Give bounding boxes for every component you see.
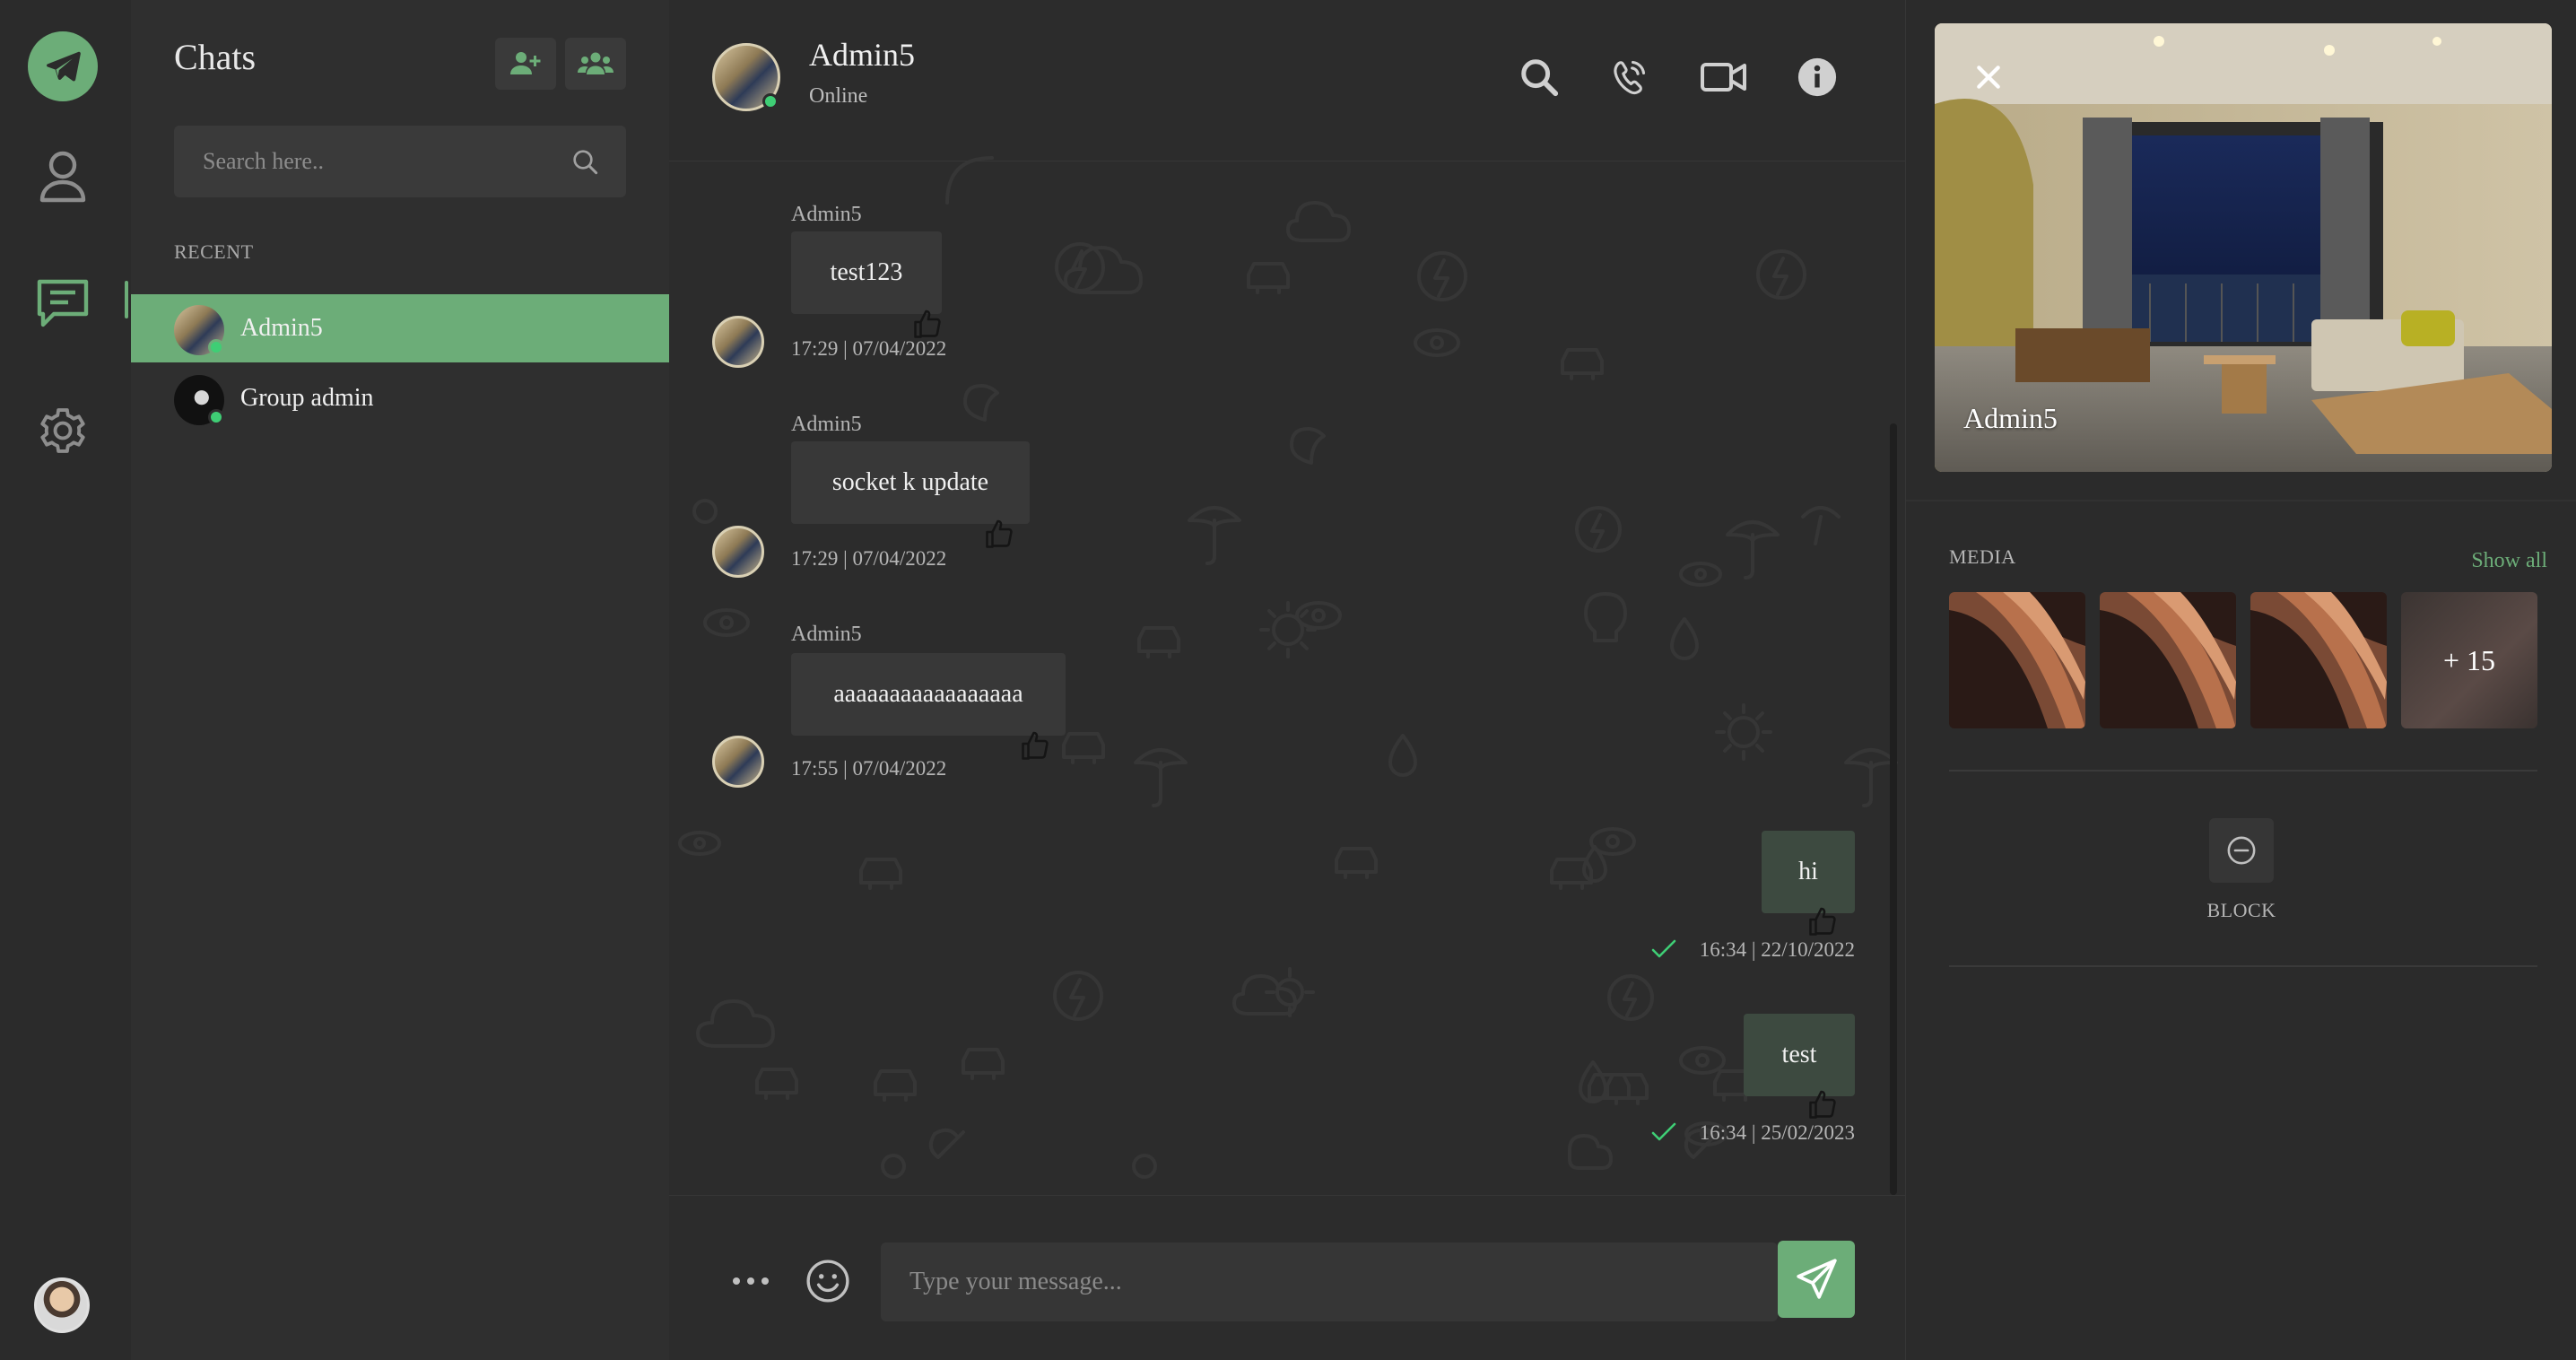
online-status-dot	[208, 339, 224, 355]
conversation-header: Admin5 Online	[669, 0, 1905, 161]
users-icon	[578, 52, 614, 74]
section-divider	[1906, 500, 2576, 501]
thumbs-up-icon[interactable]	[1806, 1089, 1839, 1121]
message-timestamp: 16:34 | 22/10/2022	[1699, 938, 1855, 961]
conversation-panel: Admin5 Online Admin5 test123 17:29 | 07/…	[669, 0, 1905, 1360]
add-contact-button[interactable]	[495, 38, 556, 90]
message-avatar	[712, 736, 764, 788]
message-sender: Admin5	[791, 623, 862, 646]
message-bubble[interactable]: test123	[791, 231, 942, 314]
read-check-icon	[1651, 939, 1676, 958]
user-plus-icon	[510, 52, 541, 74]
chat-list-item[interactable]: Group admin	[131, 364, 669, 432]
online-status-dot	[208, 409, 224, 425]
search-icon	[1521, 59, 1559, 97]
media-thumbnail[interactable]	[2250, 592, 2387, 728]
app-logo[interactable]	[28, 31, 98, 101]
send-button[interactable]	[1778, 1241, 1855, 1318]
block-button[interactable]	[2209, 818, 2274, 883]
message-avatar	[712, 316, 764, 368]
nav-profile[interactable]	[30, 144, 96, 210]
message-sender: Admin5	[791, 413, 862, 436]
nav-settings[interactable]	[30, 397, 96, 464]
nav-chats[interactable]	[30, 269, 96, 336]
message-bubble[interactable]: aaaaaaaaaaaaaaaaa	[791, 653, 1066, 736]
thumbs-up-icon[interactable]	[1019, 730, 1051, 763]
message-bubble[interactable]: socket k update	[791, 441, 1030, 524]
block-icon	[2227, 836, 2256, 865]
nav-rail	[0, 0, 131, 1360]
message-bubble[interactable]: test	[1744, 1014, 1855, 1096]
thumbs-up-icon[interactable]	[1806, 906, 1839, 938]
user-icon	[39, 151, 86, 203]
show-all-media-link[interactable]: Show all	[2471, 549, 2547, 573]
emoji-icon[interactable]	[805, 1259, 850, 1303]
search-box	[174, 126, 626, 197]
ellipsis-icon	[733, 1277, 769, 1285]
create-group-button[interactable]	[565, 38, 626, 90]
current-user-avatar[interactable]	[34, 1277, 90, 1333]
contact-info-button[interactable]	[1792, 52, 1842, 102]
chat-list-title: Chats	[174, 37, 257, 77]
contact-name[interactable]: Admin5	[809, 36, 915, 74]
chat-list-panel: Chats RECENT Admin5 Group admin	[131, 0, 669, 1360]
voice-call-button[interactable]	[1604, 52, 1654, 102]
section-divider	[1949, 770, 2537, 772]
chat-list-item-name: Admin5	[240, 314, 323, 342]
video-camera-icon	[1701, 63, 1746, 92]
message-timestamp: 17:29 | 07/04/2022	[791, 547, 947, 570]
media-thumbnail[interactable]	[1949, 592, 2085, 728]
close-profile-button[interactable]	[1969, 57, 2008, 97]
close-icon	[1977, 65, 2000, 89]
section-divider	[1949, 965, 2537, 967]
message-bubble[interactable]: hi	[1762, 831, 1855, 913]
message-composer	[669, 1195, 1905, 1360]
media-section-label: MEDIA	[1949, 545, 2016, 568]
chat-list-item[interactable]: Admin5	[131, 294, 669, 362]
chat-bubble-icon	[37, 279, 89, 327]
recent-section-label: RECENT	[174, 240, 254, 263]
phone-icon	[1614, 60, 1646, 95]
gear-icon	[40, 408, 85, 453]
read-check-icon	[1651, 1122, 1676, 1141]
message-input[interactable]	[881, 1242, 1778, 1321]
thumbs-up-icon[interactable]	[983, 519, 1015, 551]
video-call-button[interactable]	[1699, 52, 1749, 102]
send-icon	[1797, 1259, 1837, 1299]
messages-scrollbar[interactable]	[1890, 423, 1897, 1195]
media-thumbnail[interactable]	[2100, 592, 2236, 728]
profile-cover-image: Admin5	[1935, 23, 2552, 472]
more-media-thumbnail[interactable]: + 15	[2401, 592, 2537, 728]
search-icon[interactable]	[570, 147, 599, 180]
paper-plane-icon	[47, 51, 81, 82]
contact-profile-panel: Admin5 MEDIA Show all + 15 BLOCK	[1905, 0, 2576, 1360]
search-input[interactable]	[174, 126, 551, 197]
profile-name: Admin5	[1963, 402, 2058, 434]
contact-status: Online	[809, 84, 868, 108]
block-label: BLOCK	[2206, 899, 2276, 921]
nav-active-indicator	[125, 281, 128, 318]
message-timestamp: 17:29 | 07/04/2022	[791, 337, 947, 360]
message-avatar	[712, 526, 764, 578]
thumbs-up-icon[interactable]	[911, 309, 944, 341]
more-media-count: + 15	[2442, 643, 2496, 676]
message-timestamp: 17:55 | 07/04/2022	[791, 757, 947, 780]
info-icon	[1797, 57, 1837, 97]
chat-list-item-name: Group admin	[240, 384, 374, 412]
online-status-dot	[762, 93, 779, 109]
message-sender: Admin5	[791, 203, 862, 226]
more-options-button[interactable]	[725, 1268, 777, 1295]
search-messages-button[interactable]	[1514, 52, 1564, 102]
message-timestamp: 16:34 | 25/02/2023	[1699, 1121, 1855, 1144]
